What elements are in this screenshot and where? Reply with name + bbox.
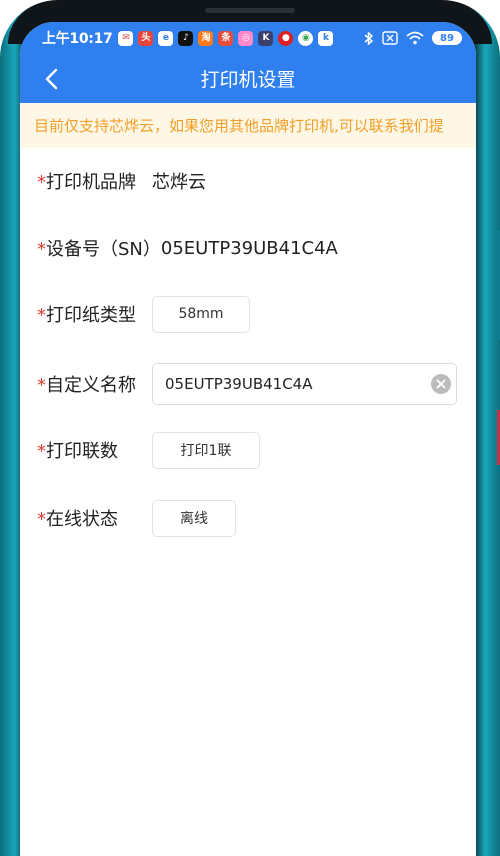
online-label: *在线状态 — [20, 505, 118, 531]
brand-label: *打印机品牌 — [20, 168, 136, 194]
required-mark: * — [37, 441, 46, 462]
toutiao-icon: 头 — [138, 30, 154, 46]
k-icon: K — [258, 30, 274, 46]
close-icon — [436, 379, 446, 389]
required-mark: * — [37, 509, 46, 530]
battery-icon: 89 — [432, 31, 462, 45]
device-label-text: 设备号（SN） — [46, 239, 161, 260]
brand-value: 芯烨云 — [152, 172, 206, 193]
online-status-badge: 离线 — [152, 499, 236, 537]
clear-input-button[interactable] — [431, 374, 451, 394]
app-screen: 上午10:17 ✉ 头 e ♪ 淘 条 ◎ K ● ◉ k 89 打印机设置 目… — [20, 22, 476, 856]
required-mark: * — [37, 172, 46, 193]
paper-label-text: 打印纸类型 — [46, 305, 136, 326]
bluetooth-icon — [364, 30, 374, 46]
custom-name-input[interactable]: 05EUTP39UB41C4A — [152, 363, 457, 405]
print-copies-select[interactable]: 打印1联 — [152, 431, 260, 469]
required-mark: * — [37, 375, 46, 396]
online-row: *在线状态 离线 — [20, 499, 476, 537]
notice-banner: 目前仅支持芯烨云，如果您用其他品牌打印机,可以联系我们提 — [20, 103, 476, 148]
required-mark: * — [37, 239, 46, 260]
status-app-icons: ✉ 头 e ♪ 淘 条 ◎ K ● ◉ k — [118, 30, 334, 46]
page-title: 打印机设置 — [200, 69, 296, 91]
copies-label: *打印联数 — [20, 437, 118, 463]
paper-row: *打印纸类型 58mm — [20, 295, 476, 333]
device-row: *设备号（SN） 05EUTP39UB41C4A — [20, 232, 476, 264]
netease-icon: ● — [278, 30, 294, 46]
brand-label-text: 打印机品牌 — [46, 172, 136, 193]
status-time: 上午10:17 — [42, 31, 113, 47]
top-bar: 上午10:17 ✉ 头 e ♪ 淘 条 ◎ K ● ◉ k 89 打印机设置 — [20, 22, 476, 103]
status-bar: 上午10:17 ✉ 头 e ♪ 淘 条 ◎ K ● ◉ k 89 — [20, 22, 476, 54]
nav-bar: 打印机设置 — [20, 54, 476, 103]
paper-label: *打印纸类型 — [20, 301, 136, 327]
phone-speaker — [205, 8, 295, 13]
back-button[interactable] — [36, 64, 66, 94]
device-label: *设备号（SN） — [20, 235, 161, 261]
name-label: *自定义名称 — [20, 371, 136, 397]
tiktok-icon: ♪ — [178, 30, 194, 46]
copies-row: *打印联数 打印1联 — [20, 431, 476, 469]
name-label-text: 自定义名称 — [46, 375, 136, 396]
status-right: 89 — [364, 30, 462, 46]
custom-name-value: 05EUTP39UB41C4A — [165, 375, 313, 393]
no-sim-icon — [382, 31, 398, 45]
brand-row: *打印机品牌 芯烨云 — [20, 165, 476, 197]
browser-icon: e — [158, 30, 174, 46]
wifi-icon — [406, 31, 424, 45]
toutiao-news-icon: 条 — [218, 30, 234, 46]
paper-type-select[interactable]: 58mm — [152, 295, 250, 333]
copies-label-text: 打印联数 — [46, 441, 118, 462]
online-label-text: 在线状态 — [46, 509, 118, 530]
device-value: 05EUTP39UB41C4A — [160, 237, 338, 259]
name-row: *自定义名称 05EUTP39UB41C4A — [20, 362, 476, 406]
k-app-icon: k — [318, 30, 334, 46]
taobao-icon: 淘 — [198, 30, 214, 46]
message-icon: ✉ — [118, 30, 134, 46]
chevron-left-icon — [45, 68, 58, 90]
gallery-icon: ◎ — [238, 30, 254, 46]
required-mark: * — [37, 305, 46, 326]
chrome-icon: ◉ — [298, 30, 314, 46]
